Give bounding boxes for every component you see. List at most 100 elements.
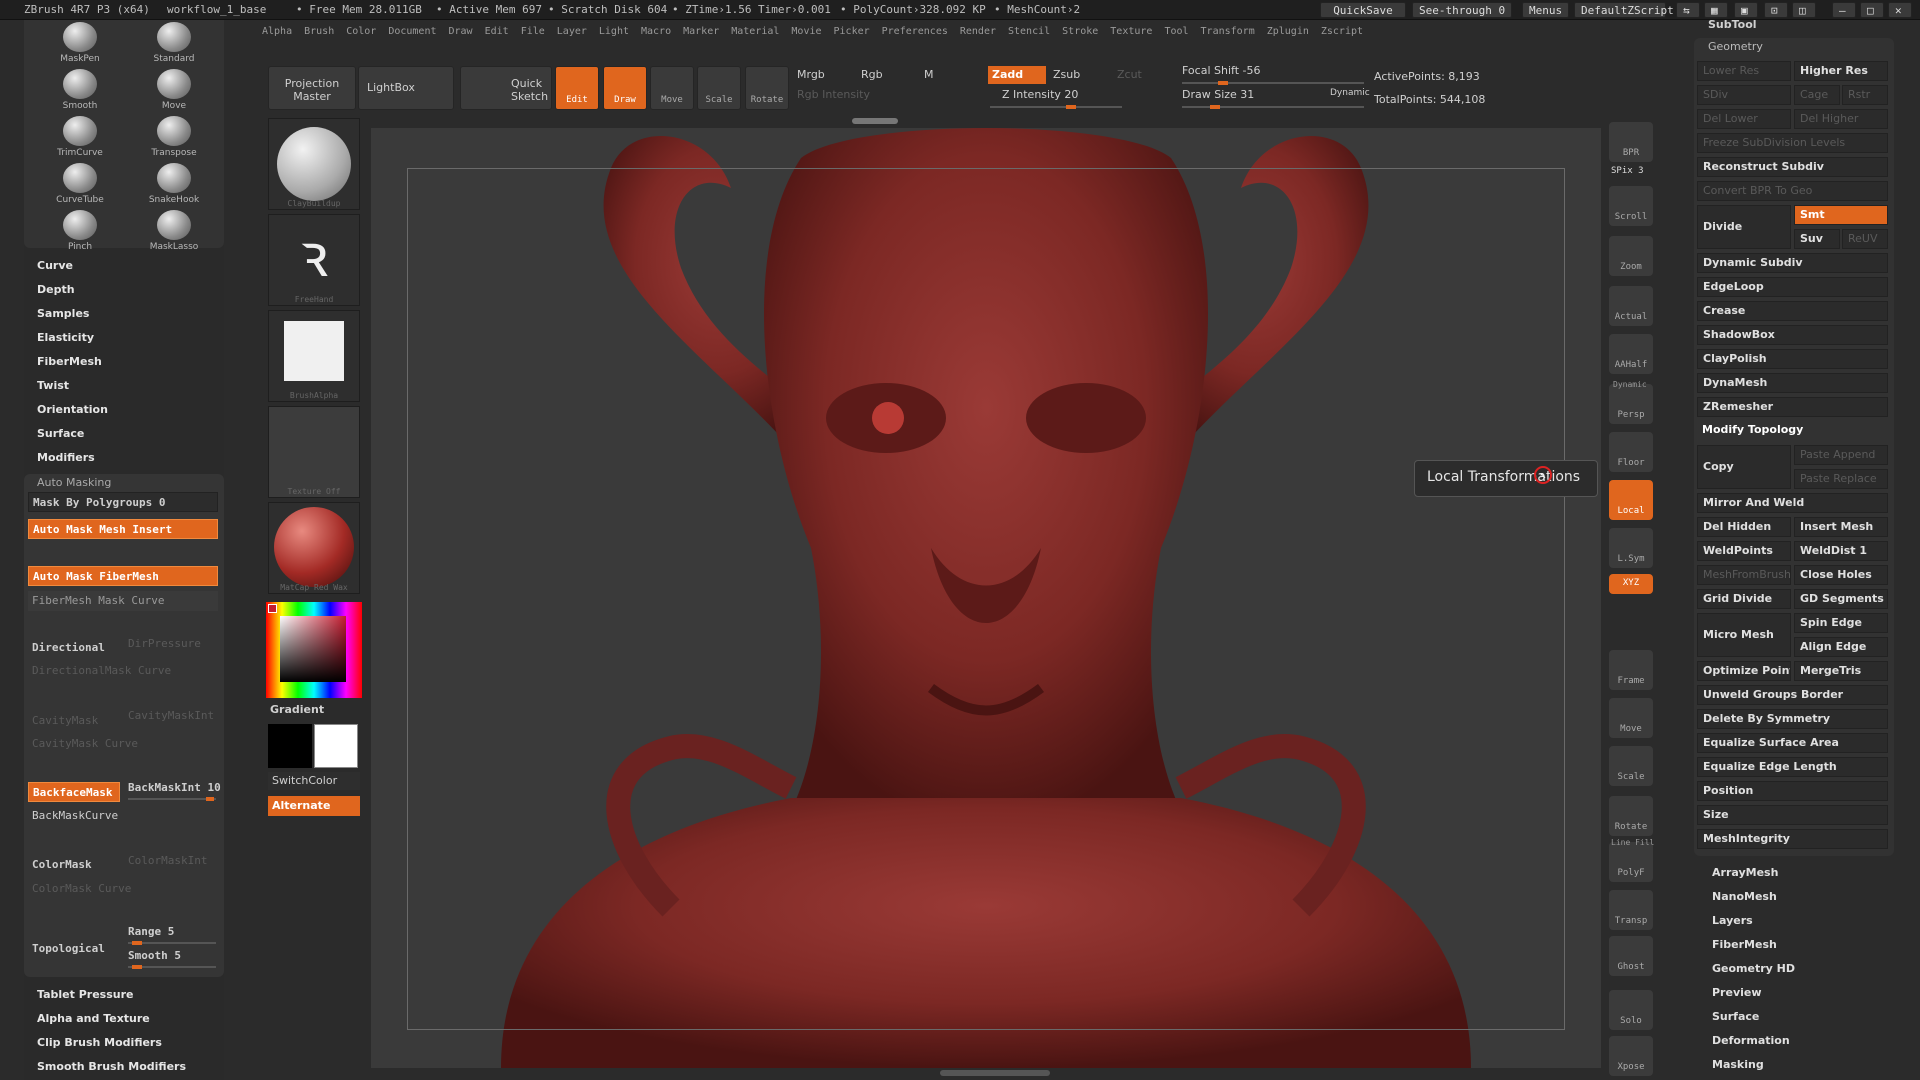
menu-render[interactable]: Render [960,26,996,37]
bpr-tool-button[interactable]: BPR [1609,122,1653,162]
paste-append-button[interactable]: Paste Append [1794,445,1888,465]
position-section[interactable]: Position [1697,781,1888,801]
delete-by-symmetry-button[interactable]: Delete By Symmetry [1697,709,1888,729]
directional-label[interactable]: Directional [32,641,105,654]
layout-icon[interactable]: ▦ [1704,2,1728,18]
mrgb-button[interactable]: Mrgb [797,68,825,81]
menu-zplugin[interactable]: Zplugin [1267,26,1309,37]
secondary-color-swatch[interactable] [314,724,358,768]
brush-standard[interactable]: Standard [134,22,214,68]
transp-tool-button[interactable]: Transp [1609,890,1653,930]
projection-master-button[interactable]: Projection Master [268,66,356,110]
section-layers[interactable]: Layers [1712,914,1753,927]
subtool-header[interactable]: SubTool [1708,18,1757,31]
draw-size-track[interactable] [1182,105,1364,109]
xpose-tool-button[interactable]: Xpose [1609,1036,1653,1076]
gradient-label[interactable]: Gradient [270,703,324,716]
menu-file[interactable]: File [521,26,545,37]
move-button[interactable]: Move [650,66,694,110]
draw-size-slider[interactable]: Draw Size 31 [1182,88,1254,101]
brush-transpose[interactable]: Transpose [134,116,214,162]
range-slider[interactable]: Range 5 [128,925,174,938]
modify-topology-header[interactable]: Modify Topology [1697,421,1888,441]
menu-macro[interactable]: Macro [641,26,671,37]
cavitymaskint-slider[interactable]: CavityMaskInt [128,709,214,722]
brush-smooth[interactable]: Smooth [40,69,120,115]
alpha-thumb[interactable]: BrushAlpha [268,310,360,402]
rgb-button[interactable]: Rgb [861,68,883,81]
smooth-slider[interactable]: Smooth 5 [128,949,181,962]
suv-toggle[interactable]: Suv [1794,229,1840,249]
material-thumb[interactable]: MatCap Red Wax [268,502,360,594]
dynamic-toggle[interactable]: Dynamic [1330,88,1370,98]
scale-tool-button[interactable]: Scale [1609,746,1653,786]
fibermesh-mask-curve[interactable]: FiberMesh Mask Curve [28,591,218,611]
section-preview[interactable]: Preview [1712,986,1762,999]
lsym-tool-button[interactable]: L.Sym [1609,528,1653,568]
maximize-icon[interactable]: □ [1860,2,1884,18]
colormaskint-slider[interactable]: ColorMaskInt [128,854,207,867]
menu-material[interactable]: Material [731,26,779,37]
section-samples[interactable]: Samples [37,307,89,320]
lower-res-button[interactable]: Lower Res [1697,61,1791,81]
main-color-swatch[interactable] [268,604,277,613]
section-smooth-brush-modifiers[interactable]: Smooth Brush Modifiers [37,1060,186,1073]
edgeloop-section[interactable]: EdgeLoop [1697,277,1888,297]
auto-mask-mesh-insert-button[interactable]: Auto Mask Mesh Insert [28,519,218,539]
section-twist[interactable]: Twist [37,379,69,392]
equalize-edge-length-button[interactable]: Equalize Edge Length [1697,757,1888,777]
persp-tool-button[interactable]: Persp [1609,384,1653,424]
cage-button[interactable]: Cage [1794,85,1840,105]
menu-light[interactable]: Light [599,26,629,37]
draw-button[interactable]: Draw [603,66,647,110]
move-tool-button[interactable]: Move [1609,698,1653,738]
meshintegrity-section[interactable]: MeshIntegrity [1697,829,1888,849]
del-higher-button[interactable]: Del Higher [1794,109,1888,129]
menu-brush[interactable]: Brush [304,26,334,37]
aahalf-tool-button[interactable]: AAHalf [1609,334,1653,374]
menus-button[interactable]: Menus [1522,2,1570,18]
del-lower-button[interactable]: Del Lower [1697,109,1791,129]
section-surface[interactable]: Surface [37,427,84,440]
bottom-scroll-handle[interactable] [940,1070,1050,1076]
auto-mask-fibermesh-button[interactable]: Auto Mask FiberMesh [28,566,218,586]
brush-snakehook[interactable]: SnakeHook [134,163,214,209]
section-elasticity[interactable]: Elasticity [37,331,94,344]
backmaskint-track[interactable] [128,797,216,801]
section-alpha-and-texture[interactable]: Alpha and Texture [37,1012,150,1025]
freeze-subdivision-button[interactable]: Freeze SubDivision Levels [1697,133,1888,153]
menu-stencil[interactable]: Stencil [1008,26,1050,37]
ghost-tool-button[interactable]: Ghost [1609,936,1653,976]
align-edge-button[interactable]: Align Edge [1794,637,1888,657]
default-zscript-button[interactable]: DefaultZScript [1574,2,1674,18]
brush-move[interactable]: Move [134,69,214,115]
section-geometry-hd[interactable]: Geometry HD [1712,962,1795,975]
color-picker[interactable] [266,602,362,698]
menu-tool[interactable]: Tool [1164,26,1188,37]
section-modifiers[interactable]: Modifiers [37,451,95,464]
zoom-tool-button[interactable]: Zoom [1609,236,1653,276]
brush-curvetube[interactable]: CurveTube [40,163,120,209]
close-icon[interactable]: ✕ [1888,2,1912,18]
size-section[interactable]: Size [1697,805,1888,825]
smooth-track[interactable] [128,965,216,969]
menu-transform[interactable]: Transform [1201,26,1255,37]
brush-pinch[interactable]: Pinch [40,210,120,256]
copy-button[interactable]: Copy [1697,445,1791,489]
colormask-button[interactable]: ColorMask [32,858,92,871]
dirpressure-slider[interactable]: DirPressure [128,637,201,650]
convert-bpr-button[interactable]: Convert BPR To Geo [1697,181,1888,201]
smt-toggle[interactable]: Smt [1794,205,1888,225]
edit-button[interactable]: Edit [555,66,599,110]
menu-edit[interactable]: Edit [485,26,509,37]
arrows-icon[interactable]: ⇆ [1676,2,1700,18]
claypolish-section[interactable]: ClayPolish [1697,349,1888,369]
menu-layer[interactable]: Layer [557,26,587,37]
menu-document[interactable]: Document [388,26,436,37]
dynamic-subdiv-section[interactable]: Dynamic Subdiv [1697,253,1888,273]
zadd-button[interactable]: Zadd [988,66,1046,84]
section-fibermesh[interactable]: FiberMesh [37,355,102,368]
grid-divide-button[interactable]: Grid Divide [1697,589,1791,609]
meshfrombrush-button[interactable]: MeshFromBrush [1697,565,1791,585]
menu-marker[interactable]: Marker [683,26,719,37]
